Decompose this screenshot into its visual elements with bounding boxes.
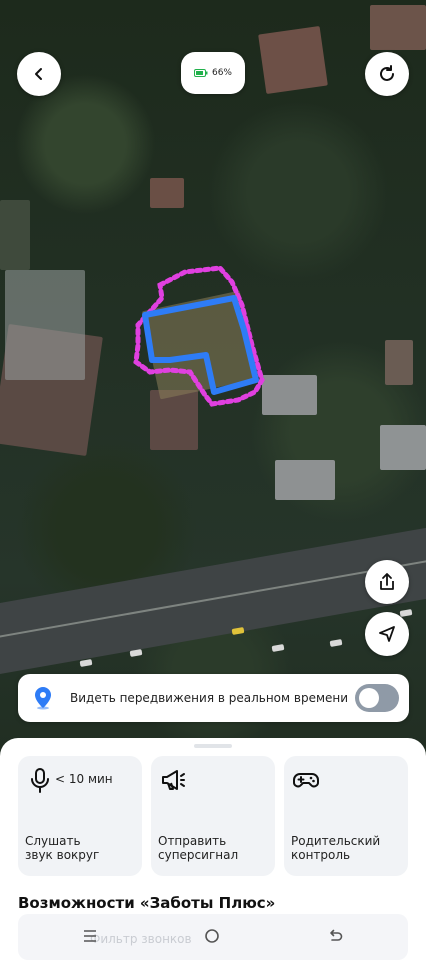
battery-icon — [193, 69, 208, 77]
chevron-left-icon — [35, 68, 42, 80]
battery-indicator: 66% — [181, 52, 245, 94]
megaphone-icon — [162, 770, 185, 790]
realtime-tracking-label: Видеть передвижения в реальном времени — [70, 691, 349, 705]
back-nav-icon[interactable] — [327, 929, 343, 943]
title-line: контроль — [291, 848, 351, 862]
parental-control-card[interactable]: Родительский контроль — [284, 756, 408, 876]
listen-sound-duration: < 10 мин — [55, 772, 113, 786]
menu-icon[interactable] — [82, 929, 98, 943]
title-line: Родительский — [291, 834, 381, 848]
listen-sound-title: Слушать звук вокруг — [25, 834, 99, 862]
locate-button[interactable] — [365, 612, 409, 656]
parental-control-title: Родительский контроль — [291, 834, 380, 862]
bottom-sheet: < 10 мин Слушать звук вокруг Отправить с… — [0, 738, 426, 960]
microphone-icon — [31, 768, 49, 793]
gamepad-icon — [293, 773, 319, 788]
refresh-icon — [380, 65, 394, 81]
toggle-knob — [359, 688, 379, 708]
features-section-title: Возможности «Заботы Плюс» — [18, 894, 276, 912]
plot-boundary — [142, 295, 259, 395]
share-location-button[interactable] — [365, 560, 409, 604]
super-signal-card[interactable]: Отправить суперсигнал — [151, 756, 275, 876]
sheet-handle[interactable] — [194, 744, 232, 748]
title-line: Отправить — [158, 834, 227, 848]
title-line: Слушать — [25, 834, 81, 848]
battery-percent: 66% — [211, 68, 232, 78]
realtime-tracking-toggle[interactable] — [355, 684, 399, 712]
listen-sound-card[interactable]: < 10 мин Слушать звук вокруг — [18, 756, 142, 876]
back-button[interactable] — [17, 52, 61, 96]
call-filter-label: Фильтр звонков — [90, 932, 192, 946]
super-signal-title: Отправить суперсигнал — [158, 834, 238, 862]
title-line: звук вокруг — [25, 848, 100, 862]
location-pin-icon — [35, 687, 51, 710]
realtime-tracking-bar[interactable]: Видеть передвижения в реальном времени — [18, 674, 409, 722]
title-line: суперсигнал — [158, 848, 239, 862]
refresh-button[interactable] — [365, 52, 409, 96]
home-icon[interactable] — [204, 928, 220, 944]
share-icon — [380, 573, 394, 590]
system-navigation-bar: Фильтр звонков — [0, 914, 426, 960]
navigation-arrow-icon — [379, 626, 395, 642]
